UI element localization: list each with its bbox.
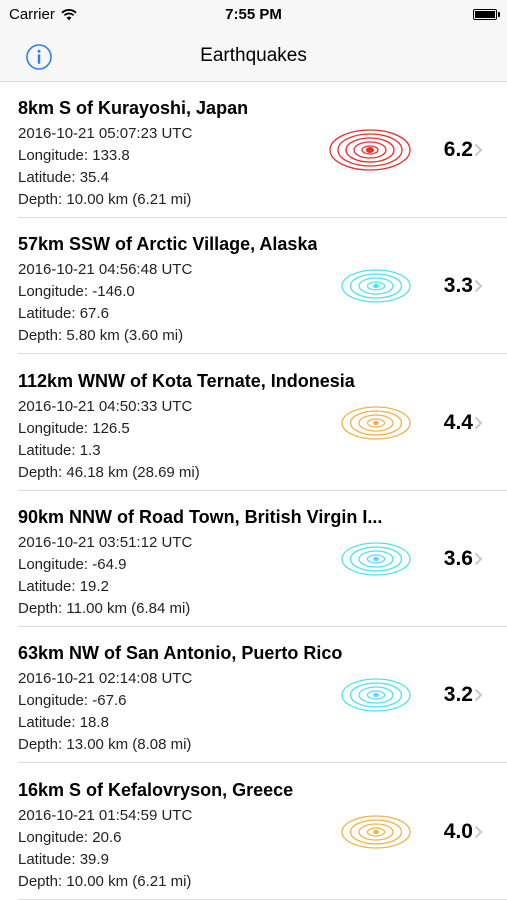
earthquake-time: 2016-10-21 05:07:23 UTC	[18, 125, 193, 142]
earthquake-longitude: Longitude: 20.6	[18, 828, 122, 846]
earthquake-longitude: Longitude: -67.6	[18, 692, 127, 710]
earthquake-row[interactable]: 63km NW of San Antonio, Puerto Rico 2016-…	[0, 627, 507, 764]
chevron-right-icon	[474, 416, 483, 429]
earthquake-row[interactable]: 57km SSW of Arctic Village, Alaska 2016-1…	[0, 218, 507, 355]
earthquake-title: 112km WNW of Kota Ternate, Indonesia	[18, 370, 355, 391]
earthquake-latitude: Latitude: 35.4	[18, 169, 109, 186]
battery-level	[475, 11, 495, 18]
earthquake-time: 2016-10-21 04:50:33 UTC	[18, 397, 193, 415]
navigation-bar: Earthquakes	[0, 32, 507, 82]
chevron-right-icon	[474, 688, 483, 702]
earthquake-depth: Depth: 5.80 km (3.60 mi)	[18, 327, 184, 345]
earthquake-longitude: Longitude: -146.0	[18, 283, 135, 301]
seismic-ring-icon	[341, 678, 411, 712]
earthquake-time: 2016-10-21 04:56:48 UTC	[18, 261, 193, 279]
earthquake-row[interactable]: 112km WNW of Kota Ternate, Indonesia 2016…	[0, 355, 507, 491]
magnitude-value: 4.4	[443, 410, 473, 434]
battery-icon	[473, 9, 500, 20]
seismic-ring-icon	[341, 405, 411, 440]
earthquake-row[interactable]: 16km S of Kefalovryson, Greece 2016-10-21…	[0, 764, 507, 900]
seismic-ring-icon	[341, 814, 411, 849]
earthquake-latitude: Latitude: 18.8	[18, 714, 109, 732]
earthquake-title: 16km S of Kefalovryson, Greece	[18, 779, 294, 800]
row-divider	[18, 898, 507, 900]
earthquake-time: 2016-10-21 03:51:12 UTC	[18, 533, 193, 551]
chevron-right-icon	[474, 825, 483, 838]
earthquake-longitude: Longitude: 133.8	[18, 147, 130, 164]
earthquake-title: 90km NNW of Road Town, British Virgin I.…	[18, 506, 383, 527]
earthquake-title: 57km SSW of Arctic Village, Alaska	[18, 234, 318, 255]
chevron-right-icon	[474, 280, 483, 293]
earthquake-row[interactable]: 8km S of Kurayoshi, Japan 2016-10-21 05:0…	[0, 82, 507, 218]
earthquake-longitude: Longitude: -64.9	[18, 555, 127, 573]
magnitude-value: 3.2	[443, 683, 473, 707]
earthquake-depth: Depth: 11.00 km (6.84 mi)	[18, 599, 191, 617]
earthquake-depth: Depth: 10.00 km (6.21 mi)	[18, 872, 192, 890]
earthquake-time: 2016-10-21 01:54:59 UTC	[18, 806, 193, 824]
seismic-ring-icon	[341, 269, 411, 303]
earthquake-depth: Depth: 46.18 km (28.69 mi)	[18, 463, 200, 481]
earthquake-depth: Depth: 10.00 km (6.21 mi)	[18, 191, 192, 208]
earthquake-title: 8km S of Kurayoshi, Japan	[18, 98, 249, 118]
seismic-ring-icon	[329, 129, 411, 171]
chevron-right-icon	[474, 143, 483, 157]
magnitude-value: 6.2	[443, 138, 473, 161]
earthquake-latitude: Latitude: 19.2	[18, 577, 109, 595]
earthquake-depth: Depth: 13.00 km (8.08 mi)	[18, 736, 192, 754]
earthquake-latitude: Latitude: 1.3	[18, 441, 101, 459]
seismic-ring-icon	[341, 542, 411, 576]
status-time: 7:55 PM	[225, 6, 282, 23]
status-bar: Carrier 7:55 PM	[0, 0, 507, 32]
earthquake-row[interactable]: 90km NNW of Road Town, British Virgin I.…	[0, 491, 507, 627]
page-title: Earthquakes	[200, 45, 307, 66]
earthquake-latitude: Latitude: 67.6	[18, 305, 109, 323]
magnitude-value: 3.3	[443, 274, 473, 298]
chevron-right-icon	[474, 552, 483, 566]
magnitude-value: 3.6	[443, 546, 473, 570]
earthquake-longitude: Longitude: 126.5	[18, 419, 130, 437]
earthquake-latitude: Latitude: 39.9	[18, 850, 109, 868]
earthquake-title: 63km NW of San Antonio, Puerto Rico	[18, 643, 343, 664]
earthquake-time: 2016-10-21 02:14:08 UTC	[18, 670, 193, 688]
magnitude-value: 4.0	[443, 819, 473, 843]
